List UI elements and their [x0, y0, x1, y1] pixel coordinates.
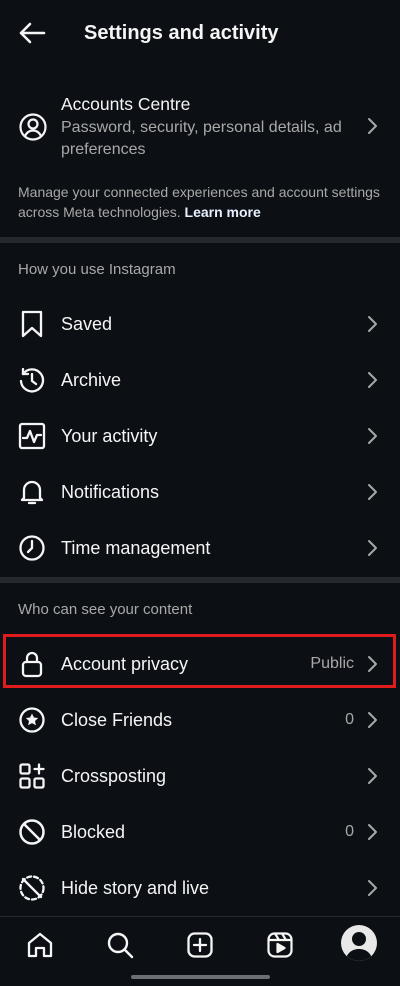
- archive-icon: [17, 365, 47, 395]
- your-activity-label: Your activity: [61, 426, 158, 446]
- section-title-usage: How you use Instagram: [18, 261, 176, 278]
- account-privacy-highlight: [3, 634, 396, 688]
- hide-story-icon: [17, 873, 47, 903]
- header: Settings and activity: [0, 0, 400, 66]
- crossposting-icon: [17, 761, 47, 791]
- bell-icon: [17, 477, 47, 507]
- notifications-item[interactable]: Notifications: [0, 464, 400, 520]
- chevron-right-icon: [363, 764, 381, 788]
- time-management-label: Time management: [61, 538, 211, 558]
- chevron-right-icon: [363, 480, 381, 504]
- hide-story-item[interactable]: Hide story and live: [0, 860, 400, 916]
- your-activity-item[interactable]: Your activity: [0, 408, 400, 464]
- chevron-right-icon: [363, 536, 381, 560]
- profile-avatar[interactable]: [341, 925, 377, 961]
- home-icon[interactable]: [20, 927, 60, 963]
- section-title-visibility: Who can see your content: [18, 601, 193, 618]
- clock-icon: [17, 533, 47, 563]
- home-indicator: [131, 975, 270, 979]
- chevron-right-icon: [363, 708, 381, 732]
- create-icon[interactable]: [180, 927, 220, 963]
- archive-label: Archive: [61, 370, 122, 390]
- close-friends-label: Close Friends: [61, 710, 173, 730]
- section-divider: [0, 577, 400, 583]
- hide-story-label: Hide story and live: [61, 878, 210, 898]
- close-friends-item[interactable]: Close Friends 0: [0, 692, 400, 748]
- time-management-item[interactable]: Time management: [0, 520, 400, 576]
- back-arrow-icon[interactable]: [16, 18, 48, 48]
- section-divider: [0, 237, 400, 243]
- blocked-icon: [17, 817, 47, 847]
- saved-label: Saved: [61, 314, 113, 334]
- accounts-centre-title: Accounts Centre: [61, 94, 191, 114]
- close-friends-count: 0: [345, 711, 354, 728]
- chevron-right-icon: [363, 368, 381, 392]
- star-circle-icon: [17, 705, 47, 735]
- chevron-right-icon: [363, 424, 381, 448]
- blocked-label: Blocked: [61, 822, 126, 842]
- accounts-centre-item[interactable]: Accounts Centre Password, security, pers…: [0, 88, 400, 166]
- blocked-item[interactable]: Blocked 0: [0, 804, 400, 860]
- reels-icon[interactable]: [260, 927, 300, 963]
- meta-note: Manage your connected experiences and ac…: [18, 182, 388, 222]
- chevron-right-icon: [363, 820, 381, 844]
- notifications-label: Notifications: [61, 482, 160, 502]
- activity-icon: [17, 421, 47, 451]
- chevron-right-icon: [363, 876, 381, 900]
- crossposting-item[interactable]: Crossposting: [0, 748, 400, 804]
- page-title: Settings and activity: [84, 22, 279, 44]
- search-icon[interactable]: [100, 927, 140, 963]
- bookmark-icon: [17, 309, 47, 339]
- learn-more-link[interactable]: Learn more: [185, 204, 261, 220]
- accounts-centre-subtitle: Password, security, personal details, ad…: [61, 119, 342, 158]
- account-circle-icon: [18, 112, 48, 142]
- crossposting-label: Crossposting: [61, 766, 167, 786]
- saved-item[interactable]: Saved: [0, 296, 400, 352]
- chevron-right-icon: [363, 312, 381, 336]
- blocked-count: 0: [345, 823, 354, 840]
- chevron-right-icon: [363, 117, 381, 140]
- archive-item[interactable]: Archive: [0, 352, 400, 408]
